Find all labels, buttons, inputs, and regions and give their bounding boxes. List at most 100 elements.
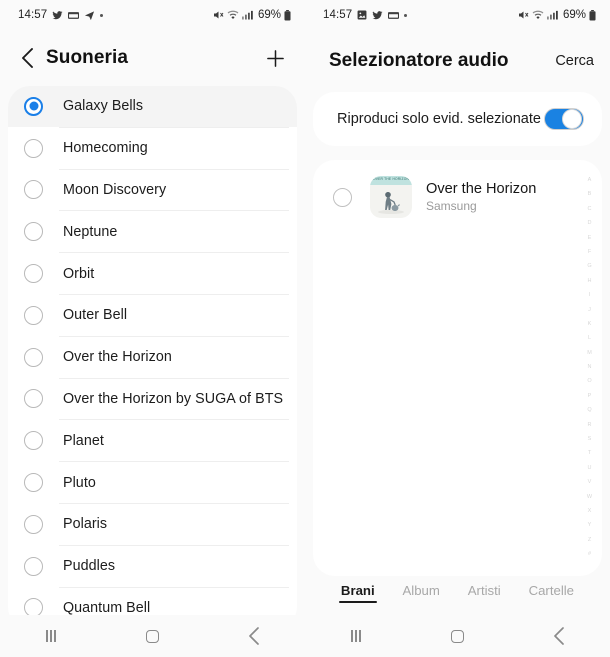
mute-icon <box>517 9 529 21</box>
tab-artisti[interactable]: Artisti <box>468 583 501 603</box>
ringtone-radio[interactable] <box>24 264 43 284</box>
index-letter[interactable]: F <box>588 249 591 256</box>
ringtone-row[interactable]: Puddles <box>8 546 297 587</box>
ringtone-radio[interactable] <box>24 138 43 158</box>
app-bar: Suoneria <box>0 30 305 86</box>
index-letter[interactable]: M <box>587 350 592 357</box>
ringtone-row[interactable]: Over the Horizon <box>8 337 297 378</box>
index-letter[interactable]: T <box>588 451 591 457</box>
ringtone-row[interactable]: Pluto <box>8 462 297 503</box>
ringtone-label: Polaris <box>63 516 108 533</box>
tab-brani[interactable]: Brani <box>338 583 377 603</box>
index-letter[interactable]: U <box>588 465 592 472</box>
ringtone-label: Quantum Bell <box>63 599 151 616</box>
index-letter[interactable]: E <box>588 235 592 242</box>
back-icon[interactable] <box>535 621 583 651</box>
ringtone-row[interactable]: Moon Discovery <box>8 170 297 211</box>
index-letter[interactable]: # <box>588 552 591 558</box>
ringtone-label: Orbit <box>63 265 95 282</box>
ringtone-row[interactable]: Orbit <box>8 253 297 294</box>
index-letter[interactable]: D <box>588 221 592 227</box>
index-letter[interactable]: C <box>588 206 592 213</box>
index-letter[interactable]: V <box>588 480 592 486</box>
dual-screenshot: 14:57 69% Suoneria Galaxy Bells Homecomi… <box>0 0 610 657</box>
index-letter[interactable]: P <box>588 393 592 400</box>
home-icon[interactable] <box>433 621 481 651</box>
system-nav-bar <box>305 615 610 657</box>
back-chevron-icon[interactable] <box>14 45 40 71</box>
song-title: Over the Horizon <box>426 181 537 197</box>
recents-icon[interactable] <box>332 621 380 651</box>
ringtone-radio[interactable] <box>24 180 43 200</box>
index-letter[interactable]: W <box>587 494 592 501</box>
mute-icon <box>212 9 224 21</box>
index-letter[interactable]: G <box>587 264 591 270</box>
add-ringtone-button[interactable] <box>261 44 289 72</box>
ringtone-radio[interactable] <box>24 473 43 493</box>
audio-picker-title: Selezionatore audio <box>329 50 509 71</box>
play-selected-only-card: Riproduci solo evid. selezionate <box>313 92 602 146</box>
ringtone-label: Over the Horizon by SUGA of BTS <box>63 390 284 407</box>
ringtone-label: Pluto <box>63 474 96 491</box>
back-icon[interactable] <box>230 621 278 651</box>
toggle-knob <box>562 109 582 129</box>
song-radio[interactable] <box>333 187 352 207</box>
ringtone-radio[interactable] <box>24 96 43 116</box>
index-letter[interactable]: A <box>588 177 592 184</box>
index-letter[interactable]: O <box>587 379 591 385</box>
home-icon[interactable] <box>128 621 176 651</box>
index-letter[interactable]: X <box>588 508 592 515</box>
wifi-icon <box>532 10 544 20</box>
ringtone-radio[interactable] <box>24 389 43 409</box>
mail-icon <box>68 11 80 20</box>
battery-percent: 69% <box>257 9 281 21</box>
ringtone-row[interactable]: Planet <box>8 420 297 461</box>
ringtone-radio[interactable] <box>24 222 43 242</box>
ringtone-label: Over the Horizon <box>63 349 172 366</box>
twitter-icon <box>52 10 63 21</box>
index-letter[interactable]: Q <box>587 408 591 414</box>
play-selected-only-toggle[interactable] <box>544 108 584 130</box>
tab-cartelle[interactable]: Cartelle <box>529 583 574 603</box>
ringtone-row[interactable]: Homecoming <box>8 128 297 169</box>
status-bar-right: 69% <box>517 9 596 21</box>
index-letter[interactable]: I <box>589 293 591 299</box>
page-title: Suoneria <box>46 47 129 68</box>
song-artist: Samsung <box>426 199 477 213</box>
index-letter[interactable]: Z <box>588 537 591 544</box>
index-letter[interactable]: Y <box>588 523 592 529</box>
index-letter[interactable]: K <box>588 321 592 328</box>
ringtone-list: Galaxy Bells Homecoming Moon Discovery Nept… <box>8 86 297 630</box>
index-letter[interactable]: B <box>588 192 592 198</box>
ringtone-row[interactable]: Polaris <box>8 504 297 545</box>
index-letter[interactable]: N <box>588 365 592 371</box>
index-letter[interactable]: H <box>588 278 592 285</box>
ringtone-radio[interactable] <box>24 556 43 576</box>
status-time: 14:57 <box>323 9 353 21</box>
alphabet-index-scrollbar[interactable]: A B C D E F G H I J K L M N O P Q R S T U V W X Y Z # <box>583 174 596 562</box>
ringtone-row[interactable]: Galaxy Bells <box>8 86 297 127</box>
ringtone-row[interactable]: Neptune <box>8 211 297 252</box>
ringtone-label: Puddles <box>63 558 116 575</box>
signal-icon <box>546 10 559 20</box>
ringtone-label: Planet <box>63 432 104 449</box>
right-phone-screen: 14:57 69% Selezionatore audio Cerca Ripr… <box>305 0 610 657</box>
ringtone-row[interactable]: Outer Bell <box>8 295 297 336</box>
ringtone-radio[interactable] <box>24 347 43 367</box>
ringtone-radio[interactable] <box>24 514 43 534</box>
battery-percent: 69% <box>562 9 586 21</box>
song-row[interactable]: OVER THE HORIZON Over the Horizon Samsung <box>313 160 602 234</box>
twitter-icon <box>372 10 383 21</box>
tab-album[interactable]: Album <box>403 583 440 603</box>
index-letter[interactable]: S <box>588 437 592 443</box>
search-button[interactable]: Cerca <box>555 53 594 69</box>
ringtone-row[interactable]: Over the Horizon by SUGA of BTS <box>8 379 297 420</box>
ringtone-radio[interactable] <box>24 305 43 325</box>
song-list: OVER THE HORIZON Over the Horizon Samsung <box>313 160 602 234</box>
index-letter[interactable]: L <box>588 336 591 342</box>
index-letter[interactable]: J <box>588 307 591 314</box>
index-letter[interactable]: R <box>588 422 592 429</box>
recents-icon[interactable] <box>27 621 75 651</box>
ringtone-radio[interactable] <box>24 431 43 451</box>
telegram-icon <box>84 10 95 21</box>
